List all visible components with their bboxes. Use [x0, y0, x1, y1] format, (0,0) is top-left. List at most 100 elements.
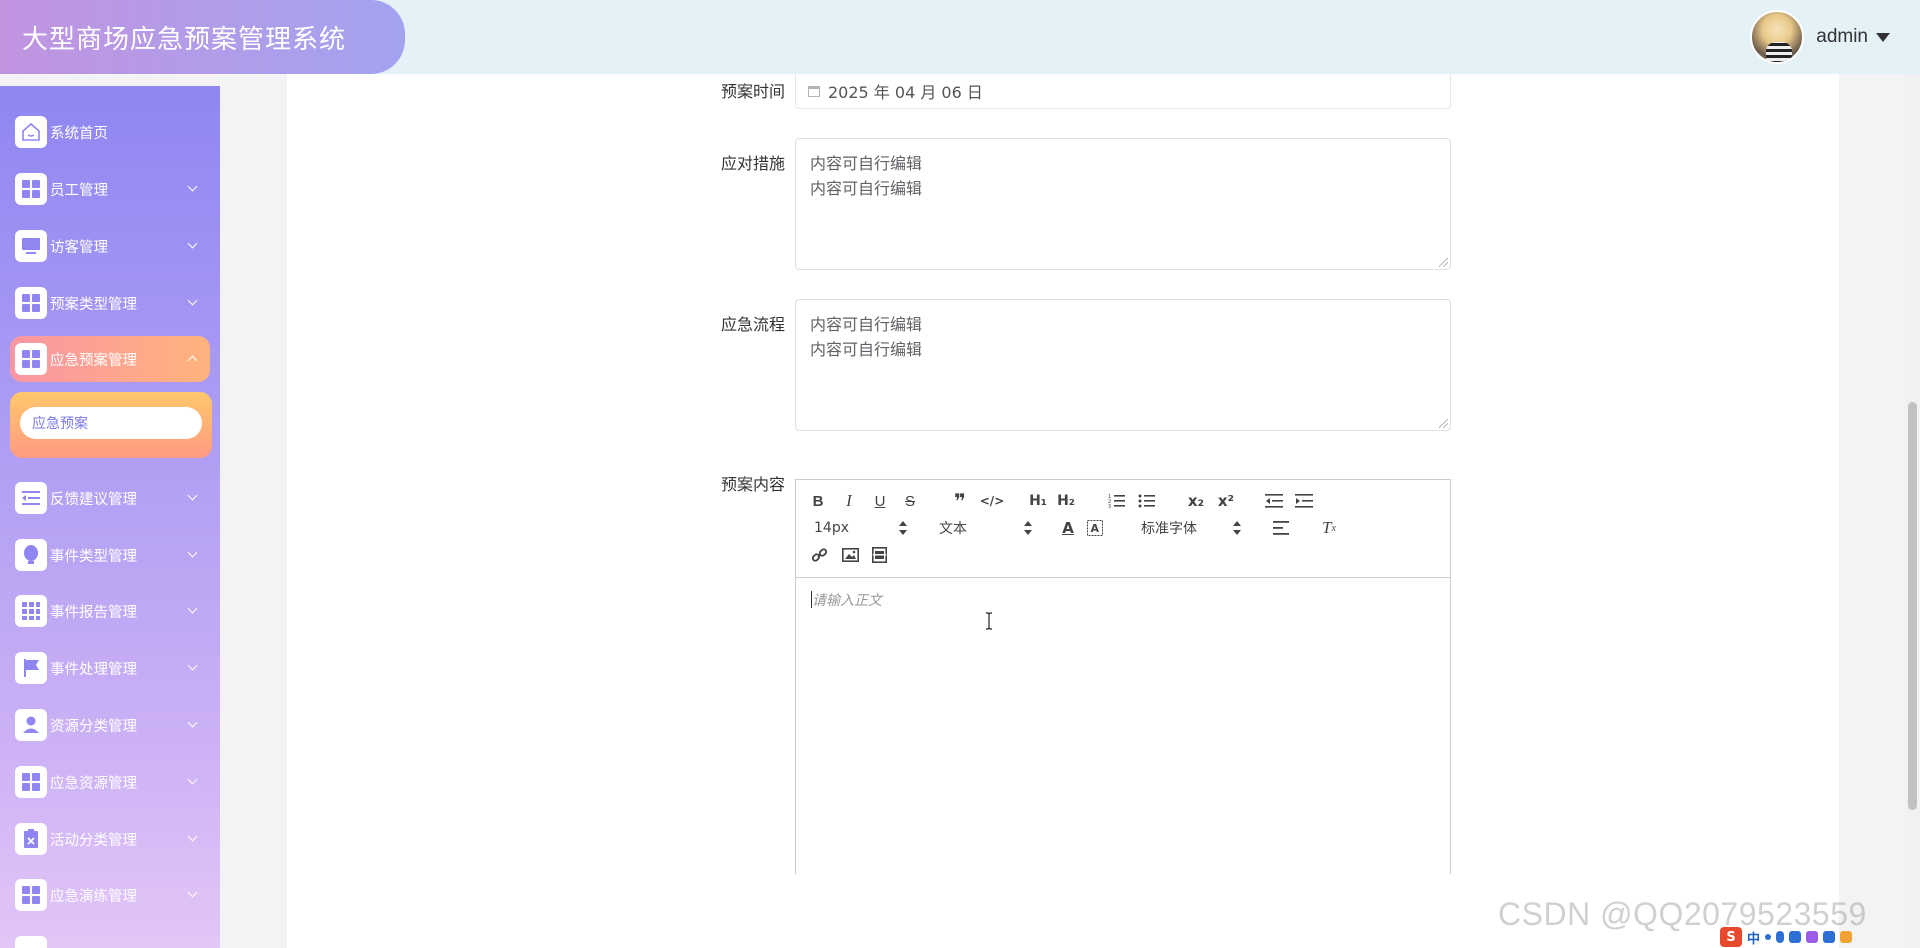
resize-handle-icon[interactable]: [1439, 258, 1448, 267]
sidebar-item-label: 应急演练管理: [50, 888, 137, 905]
keyboard-icon[interactable]: [1789, 931, 1802, 943]
sidebar-item-activity-categories[interactable]: 活动分类管理: [10, 816, 210, 862]
date-picker[interactable]: 2025 年 04 月 06 日: [795, 74, 1451, 109]
date-value: 2025 年 04 月 06 日: [828, 83, 983, 102]
settings-icon[interactable]: [1840, 931, 1853, 943]
link-icon[interactable]: [808, 544, 830, 566]
sidebar-item-plan-types[interactable]: 预案类型管理: [10, 280, 210, 326]
video-icon[interactable]: [868, 544, 890, 566]
punctuation-icon[interactable]: [1765, 934, 1772, 940]
username[interactable]: admin: [1816, 26, 1868, 48]
background-color-icon[interactable]: A: [1085, 517, 1105, 539]
microphone-icon[interactable]: [1776, 931, 1785, 943]
subscript-icon[interactable]: x₂: [1185, 490, 1207, 512]
toolbox-icon[interactable]: [1823, 931, 1836, 943]
grid-icon: [15, 936, 47, 948]
submenu-item-emergency-plan[interactable]: 应急预案: [20, 407, 202, 439]
header-select-value: 文本: [939, 521, 967, 537]
font-family-select[interactable]: 标准字体: [1141, 517, 1241, 539]
user-icon: [15, 709, 47, 741]
measures-textarea[interactable]: 内容可自行编辑 内容可自行编辑: [795, 138, 1451, 270]
ime-logo-icon[interactable]: S: [1720, 927, 1742, 947]
image-icon[interactable]: [839, 544, 861, 566]
flag-icon: [15, 652, 47, 684]
home-icon: [15, 116, 47, 148]
process-textarea[interactable]: 内容可自行编辑 内容可自行编辑: [795, 299, 1451, 431]
font-color-icon[interactable]: A: [1058, 517, 1078, 539]
list-indent-icon: [15, 482, 47, 514]
brand-banner: 大型商场应急预案管理系统: [0, 0, 405, 74]
superscript-icon[interactable]: x²: [1215, 490, 1237, 512]
grid-icon: [15, 766, 47, 798]
chevron-down-icon: [187, 660, 198, 671]
resize-handle-icon[interactable]: [1439, 419, 1448, 428]
font-family-value: 标准字体: [1141, 521, 1197, 537]
sidebar-item-emergency-drills[interactable]: 应急演练管理: [10, 872, 210, 918]
sidebar-item-visitors[interactable]: 访客管理: [10, 223, 210, 269]
content-label: 预案内容: [720, 475, 785, 494]
sidebar: 系统首页 员工管理 访客管理 预案类型管理 应急预案管理 应急预案 反馈建议管理…: [0, 86, 220, 948]
underline-icon[interactable]: U: [870, 490, 890, 512]
sidebar-item-partial[interactable]: [10, 929, 210, 948]
editor-placeholder: 请输入正文: [812, 593, 882, 609]
sidebar-item-feedback[interactable]: 反馈建议管理: [10, 475, 210, 521]
sidebar-item-emergency-resources[interactable]: 应急资源管理: [10, 759, 210, 805]
editor-content-area[interactable]: 请输入正文: [796, 578, 1450, 875]
chevron-down-icon: [187, 547, 198, 558]
caret-down-icon[interactable]: [1876, 32, 1890, 42]
sidebar-item-label: 员工管理: [50, 182, 108, 199]
font-size-select[interactable]: 14px: [814, 517, 907, 539]
editor-toolbar: B I U S ❞ </> H₁ H₂ 123 x₂ x² 14px 文本 A: [796, 480, 1450, 578]
italic-icon[interactable]: I: [839, 490, 859, 512]
heading-2-icon[interactable]: H₂: [1055, 490, 1077, 512]
ibeam-cursor-icon: [986, 612, 992, 630]
rich-text-editor: B I U S ❞ </> H₁ H₂ 123 x₂ x² 14px 文本 A: [795, 479, 1451, 874]
bulb-icon: [15, 539, 47, 571]
sidebar-item-staff[interactable]: 员工管理: [10, 166, 210, 212]
textarea-line: 内容可自行编辑: [810, 315, 923, 334]
measures-label: 应对措施: [720, 154, 785, 173]
skin-icon[interactable]: [1806, 931, 1819, 943]
chevron-down-icon: [187, 717, 198, 728]
bullet-list-icon[interactable]: [1136, 490, 1158, 512]
chevron-down-icon: [187, 238, 198, 249]
sidebar-item-label: 反馈建议管理: [50, 491, 137, 508]
user-menu[interactable]: admin: [1750, 8, 1890, 66]
heading-1-icon[interactable]: H₁: [1027, 490, 1049, 512]
sidebar-item-emergency-plans[interactable]: 应急预案管理: [10, 336, 210, 382]
code-block-icon[interactable]: </>: [980, 490, 1005, 512]
sidebar-item-event-handling[interactable]: 事件处理管理: [10, 645, 210, 691]
sidebar-item-label: 事件报告管理: [50, 604, 137, 621]
sidebar-item-label: 应急预案管理: [50, 352, 137, 369]
sidebar-item-label: 系统首页: [50, 125, 108, 142]
align-icon[interactable]: [1270, 517, 1292, 539]
blockquote-icon[interactable]: ❞: [950, 489, 970, 513]
ordered-list-icon[interactable]: 123: [1106, 490, 1128, 512]
sidebar-item-label: 事件处理管理: [50, 661, 137, 678]
header-select[interactable]: 文本: [939, 517, 1032, 539]
sidebar-item-label: 活动分类管理: [50, 832, 137, 849]
sidebar-item-resource-categories[interactable]: 资源分类管理: [10, 702, 210, 748]
clear-format-icon[interactable]: Tx: [1318, 517, 1340, 539]
sidebar-item-label: 应急资源管理: [50, 775, 137, 792]
outdent-icon[interactable]: [1263, 490, 1285, 512]
clipboard-icon: [15, 823, 47, 855]
sidebar-item-event-reports[interactable]: 事件报告管理: [10, 588, 210, 634]
ime-mode[interactable]: 中: [1747, 928, 1760, 947]
textarea-line: 内容可自行编辑: [810, 154, 923, 173]
bold-icon[interactable]: B: [808, 490, 828, 512]
avatar[interactable]: [1750, 10, 1805, 64]
grid-icon: [15, 173, 47, 205]
indent-icon[interactable]: [1293, 490, 1315, 512]
sidebar-item-event-types[interactable]: 事件类型管理: [10, 532, 210, 578]
select-arrows-icon: [1233, 521, 1241, 535]
chevron-down-icon: [187, 887, 198, 898]
grid-icon: [15, 879, 47, 911]
sidebar-item-label: 预案类型管理: [50, 296, 137, 313]
page-scrollbar-thumb[interactable]: [1908, 402, 1917, 810]
sidebar-item-home[interactable]: 系统首页: [10, 109, 210, 155]
ime-tray: S 中: [1718, 926, 1920, 948]
sidebar-item-label: 事件类型管理: [50, 548, 137, 565]
calendar-icon: [808, 85, 820, 97]
strikethrough-icon[interactable]: S: [900, 490, 920, 512]
